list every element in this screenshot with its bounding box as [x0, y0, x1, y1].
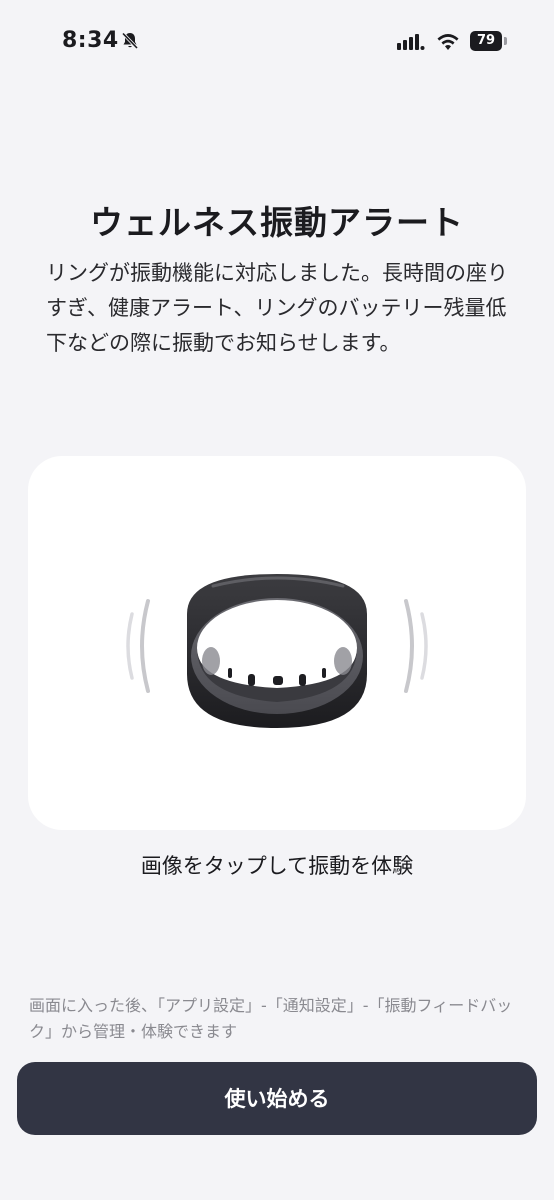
- battery-level: 79: [470, 31, 502, 51]
- settings-hint-text: 画面に入った後、「アプリ設定」-「通知設定」-「振動フィードバック」から管理・体…: [29, 996, 513, 1041]
- status-bar: 8:34 79: [0, 0, 554, 80]
- page-title: ウェルネス振動アラート: [90, 203, 464, 242]
- signal-icon: [397, 34, 425, 50]
- status-time: 8:34: [62, 28, 119, 53]
- smart-ring-vibration-icon: [126, 574, 428, 728]
- battery-icon: 79: [470, 31, 508, 51]
- bell-slash-icon: [121, 32, 139, 50]
- tap-to-experience-caption: 画像をタップして振動を体験: [140, 854, 414, 878]
- wifi-icon: [437, 34, 459, 50]
- battery-tip: [504, 37, 507, 45]
- get-started-button[interactable]: 使い始める: [17, 1062, 537, 1135]
- ring-vibration-demo-card[interactable]: [28, 456, 526, 830]
- description-text: リングが振動機能に対応しました。長時間の座りすぎ、健康アラート、リングのバッテリ…: [46, 261, 508, 355]
